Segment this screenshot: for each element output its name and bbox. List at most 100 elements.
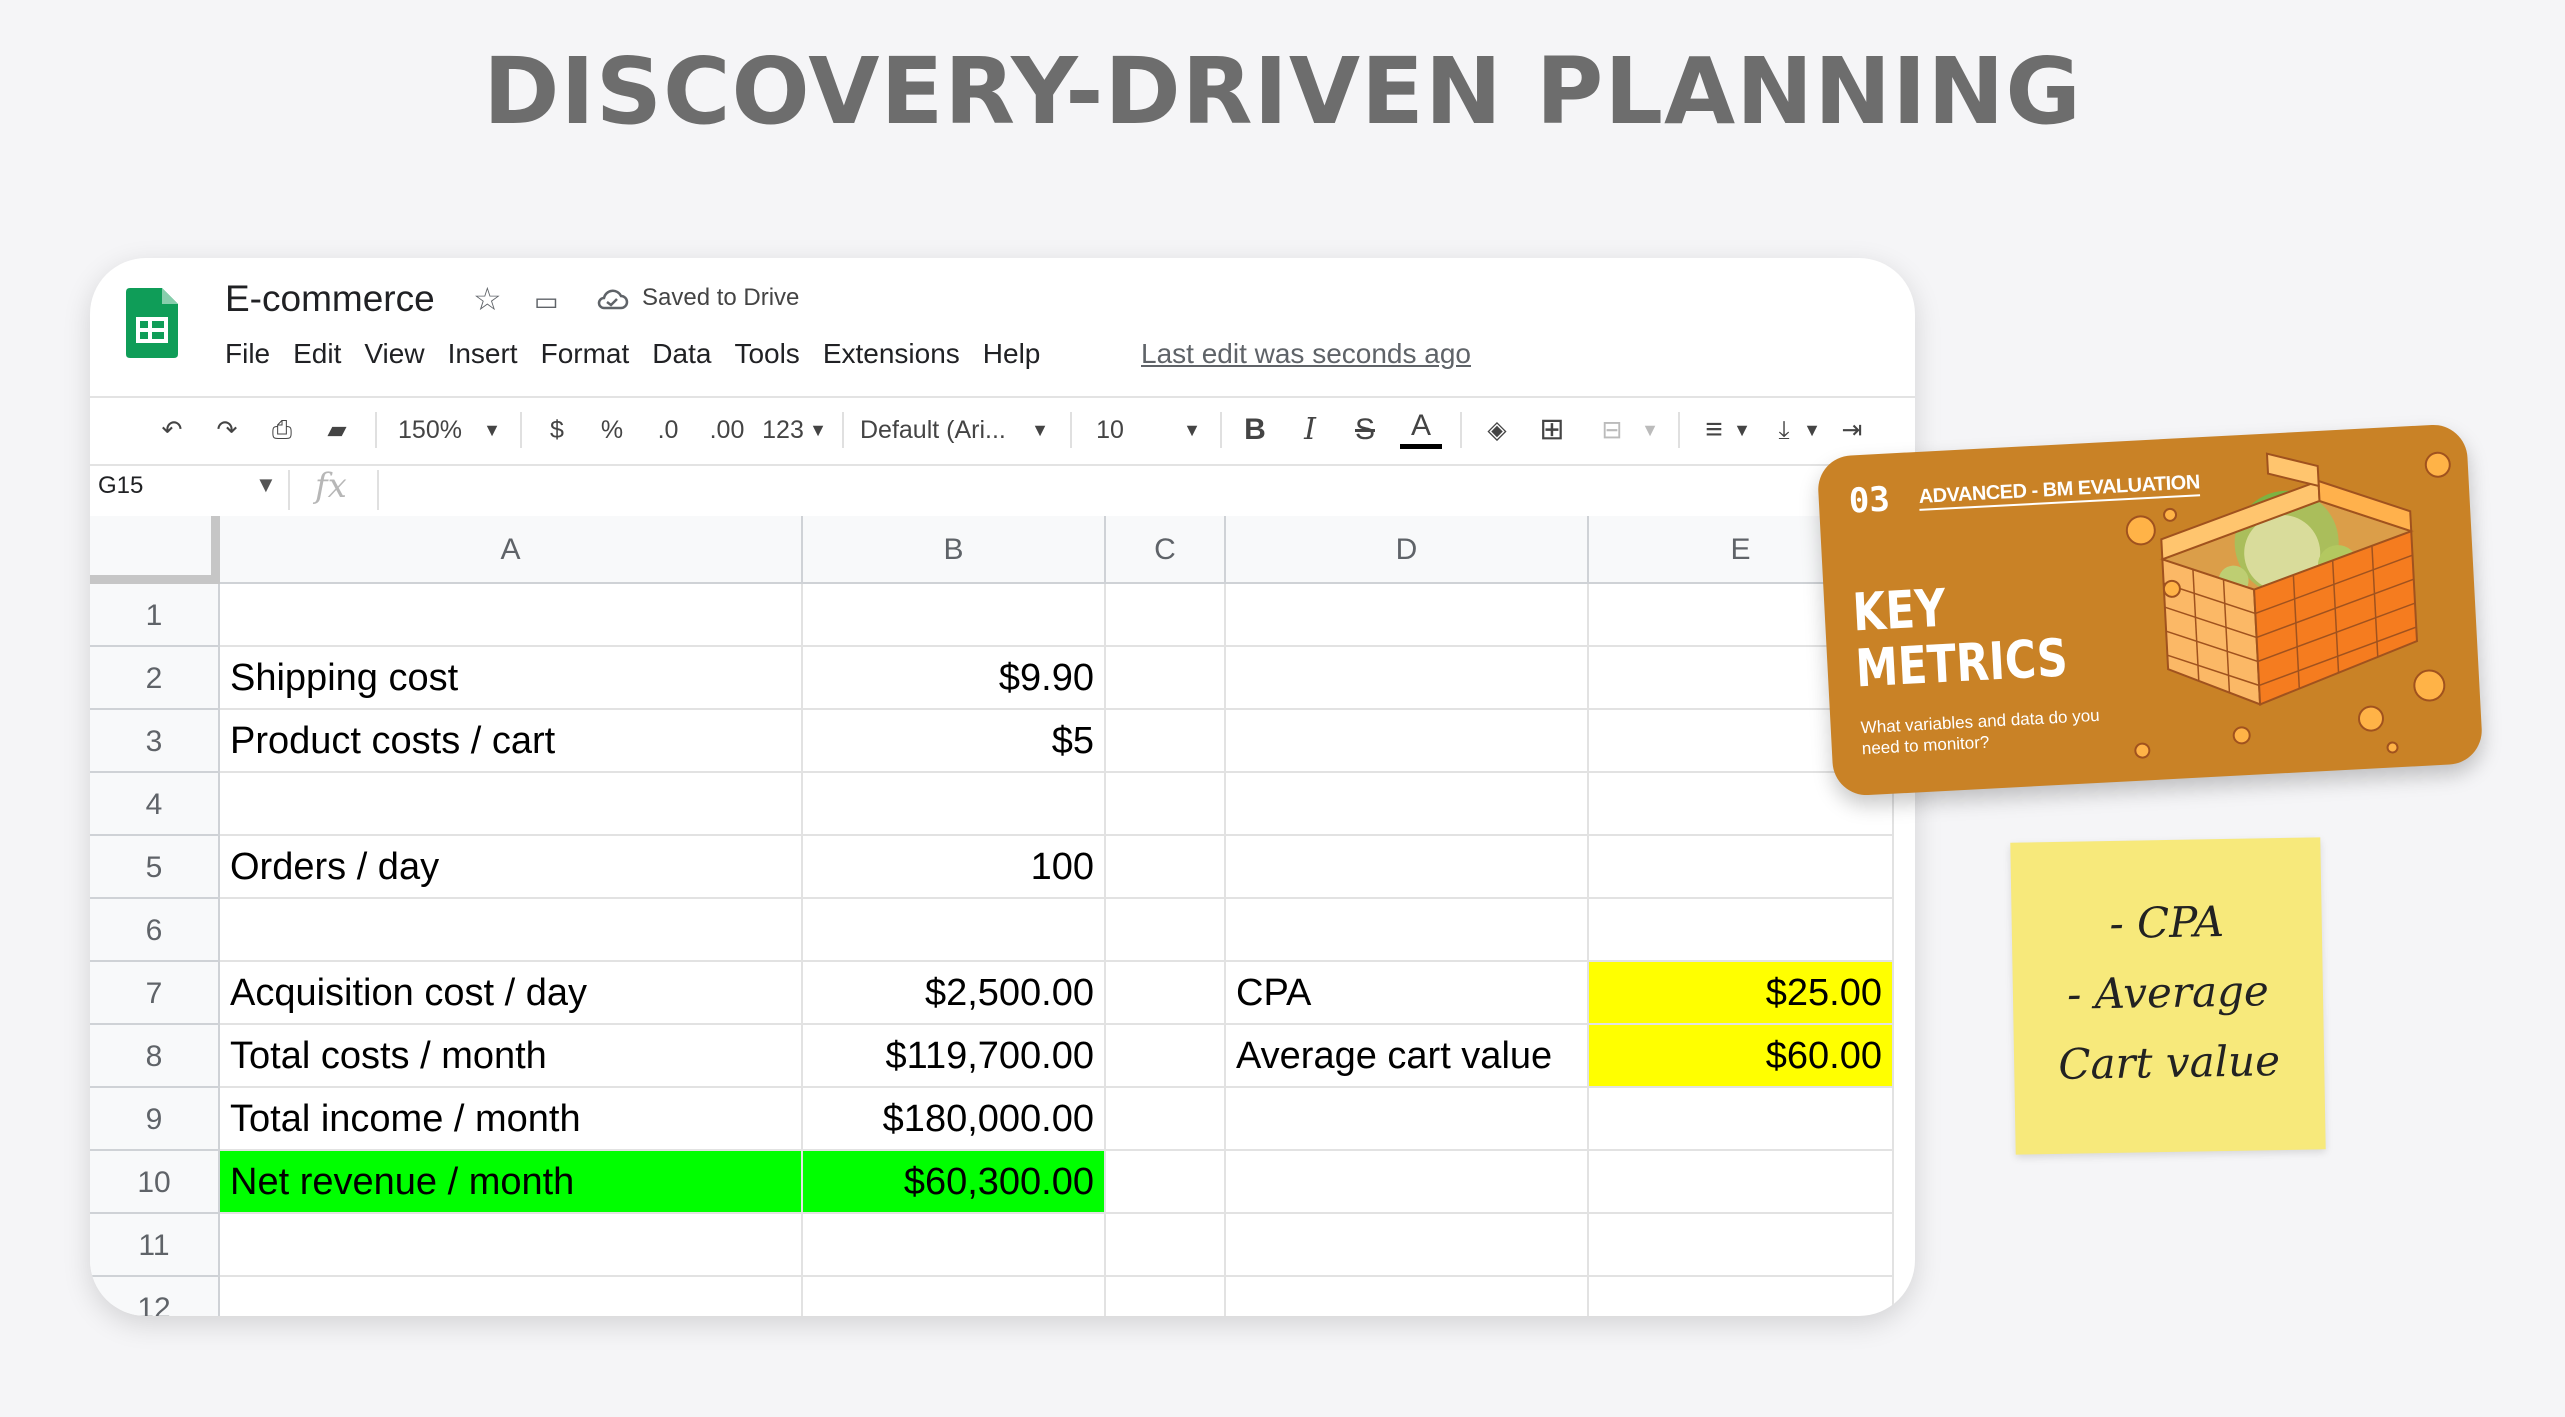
row-header-12[interactable]: 12 [90, 1277, 220, 1316]
menu-help[interactable]: Help [983, 338, 1041, 372]
column-header-b[interactable]: B [803, 516, 1106, 584]
fill-color-icon[interactable]: ◈ [1475, 408, 1519, 452]
cell-d3[interactable] [1226, 710, 1589, 773]
row-header-4[interactable]: 4 [90, 773, 220, 836]
cell-c1[interactable] [1106, 584, 1226, 647]
cell-a2[interactable]: Shipping cost [220, 647, 803, 710]
column-header-d[interactable]: D [1226, 516, 1589, 584]
strikethrough-button[interactable]: S [1345, 408, 1385, 452]
zoom-select[interactable]: 150% [390, 408, 470, 452]
menu-file[interactable]: File [225, 338, 270, 372]
bold-button[interactable]: B [1235, 408, 1275, 452]
cell-c11[interactable] [1106, 1214, 1226, 1277]
cell-b9[interactable]: $180,000.00 [803, 1088, 1106, 1151]
cell-d1[interactable] [1226, 584, 1589, 647]
percent-button[interactable]: % [597, 408, 627, 452]
menu-view[interactable]: View [364, 338, 424, 372]
row-header-5[interactable]: 5 [90, 836, 220, 899]
cell-a12[interactable] [220, 1277, 803, 1316]
cell-b3[interactable]: $5 [803, 710, 1106, 773]
row-header-7[interactable]: 7 [90, 962, 220, 1025]
cell-e8[interactable]: $60.00 [1589, 1025, 1894, 1088]
chevron-down-icon[interactable]: ▼ [806, 408, 830, 452]
undo-icon[interactable]: ↶ [150, 408, 194, 452]
cell-a3[interactable]: Product costs / cart [220, 710, 803, 773]
cell-e6[interactable] [1589, 899, 1894, 962]
cell-a4[interactable] [220, 773, 803, 836]
menu-edit[interactable]: Edit [293, 338, 341, 372]
cell-c5[interactable] [1106, 836, 1226, 899]
star-icon[interactable]: ☆ [473, 280, 502, 318]
move-folder-icon[interactable]: ▭ [534, 286, 559, 317]
row-header-10[interactable]: 10 [90, 1151, 220, 1214]
cell-b7[interactable]: $2,500.00 [803, 962, 1106, 1025]
row-header-8[interactable]: 8 [90, 1025, 220, 1088]
column-header-c[interactable]: C [1106, 516, 1226, 584]
menu-extensions[interactable]: Extensions [823, 338, 960, 372]
cell-e11[interactable] [1589, 1214, 1894, 1277]
menu-format[interactable]: Format [541, 338, 630, 372]
cell-a7[interactable]: Acquisition cost / day [220, 962, 803, 1025]
cell-c8[interactable] [1106, 1025, 1226, 1088]
cell-b12[interactable] [803, 1277, 1106, 1316]
font-select[interactable]: Default (Ari... [860, 408, 1020, 452]
row-header-1[interactable]: 1 [90, 584, 220, 647]
cell-d12[interactable] [1226, 1277, 1589, 1316]
row-header-9[interactable]: 9 [90, 1088, 220, 1151]
cell-b1[interactable] [803, 584, 1106, 647]
merge-cells-icon[interactable]: ⊟ [1590, 408, 1634, 452]
cell-a11[interactable] [220, 1214, 803, 1277]
cell-d11[interactable] [1226, 1214, 1589, 1277]
cell-e9[interactable] [1589, 1088, 1894, 1151]
cell-c7[interactable] [1106, 962, 1226, 1025]
cell-a10[interactable]: Net revenue / month [220, 1151, 803, 1214]
cell-b11[interactable] [803, 1214, 1106, 1277]
cell-d6[interactable] [1226, 899, 1589, 962]
cell-c12[interactable] [1106, 1277, 1226, 1316]
menu-data[interactable]: Data [652, 338, 711, 372]
cell-c6[interactable] [1106, 899, 1226, 962]
row-header-11[interactable]: 11 [90, 1214, 220, 1277]
cell-c2[interactable] [1106, 647, 1226, 710]
cell-d9[interactable] [1226, 1088, 1589, 1151]
redo-icon[interactable]: ↷ [205, 408, 249, 452]
document-title[interactable]: E-commerce [225, 278, 435, 320]
cell-a8[interactable]: Total costs / month [220, 1025, 803, 1088]
cell-a1[interactable] [220, 584, 803, 647]
cell-d5[interactable] [1226, 836, 1589, 899]
italic-button[interactable]: I [1290, 408, 1330, 452]
cell-d10[interactable] [1226, 1151, 1589, 1214]
more-formats-button[interactable]: 123 [758, 408, 808, 452]
chevron-down-icon[interactable]: ▼ [1638, 408, 1662, 452]
select-all-corner[interactable] [90, 516, 220, 584]
paint-format-icon[interactable]: ▰ [315, 408, 359, 452]
currency-button[interactable]: $ [542, 408, 572, 452]
chevron-down-icon[interactable]: ▼ [1730, 408, 1754, 452]
borders-icon[interactable]: ⊞ [1530, 408, 1574, 452]
row-header-2[interactable]: 2 [90, 647, 220, 710]
chevron-down-icon[interactable]: ▼ [255, 472, 277, 498]
font-size-select[interactable]: 10 [1090, 408, 1130, 452]
name-box[interactable]: G15 [98, 472, 143, 500]
cell-d4[interactable] [1226, 773, 1589, 836]
cell-a9[interactable]: Total income / month [220, 1088, 803, 1151]
cell-c9[interactable] [1106, 1088, 1226, 1151]
last-edit-link[interactable]: Last edit was seconds ago [1141, 338, 1471, 370]
cell-d7[interactable]: CPA [1226, 962, 1589, 1025]
row-header-6[interactable]: 6 [90, 899, 220, 962]
cell-c10[interactable] [1106, 1151, 1226, 1214]
cell-a6[interactable] [220, 899, 803, 962]
print-icon[interactable]: ⎙ [260, 408, 304, 452]
decrease-decimal-button[interactable]: .0 [648, 408, 688, 452]
cell-e10[interactable] [1589, 1151, 1894, 1214]
cell-a5[interactable]: Orders / day [220, 836, 803, 899]
cell-b5[interactable]: 100 [803, 836, 1106, 899]
row-header-3[interactable]: 3 [90, 710, 220, 773]
cell-e5[interactable] [1589, 836, 1894, 899]
cell-e12[interactable] [1589, 1277, 1894, 1316]
cell-c4[interactable] [1106, 773, 1226, 836]
cell-b8[interactable]: $119,700.00 [803, 1025, 1106, 1088]
text-wrap-icon[interactable]: ⇥ [1830, 408, 1874, 452]
increase-decimal-button[interactable]: .00 [702, 408, 752, 452]
column-header-a[interactable]: A [220, 516, 803, 584]
